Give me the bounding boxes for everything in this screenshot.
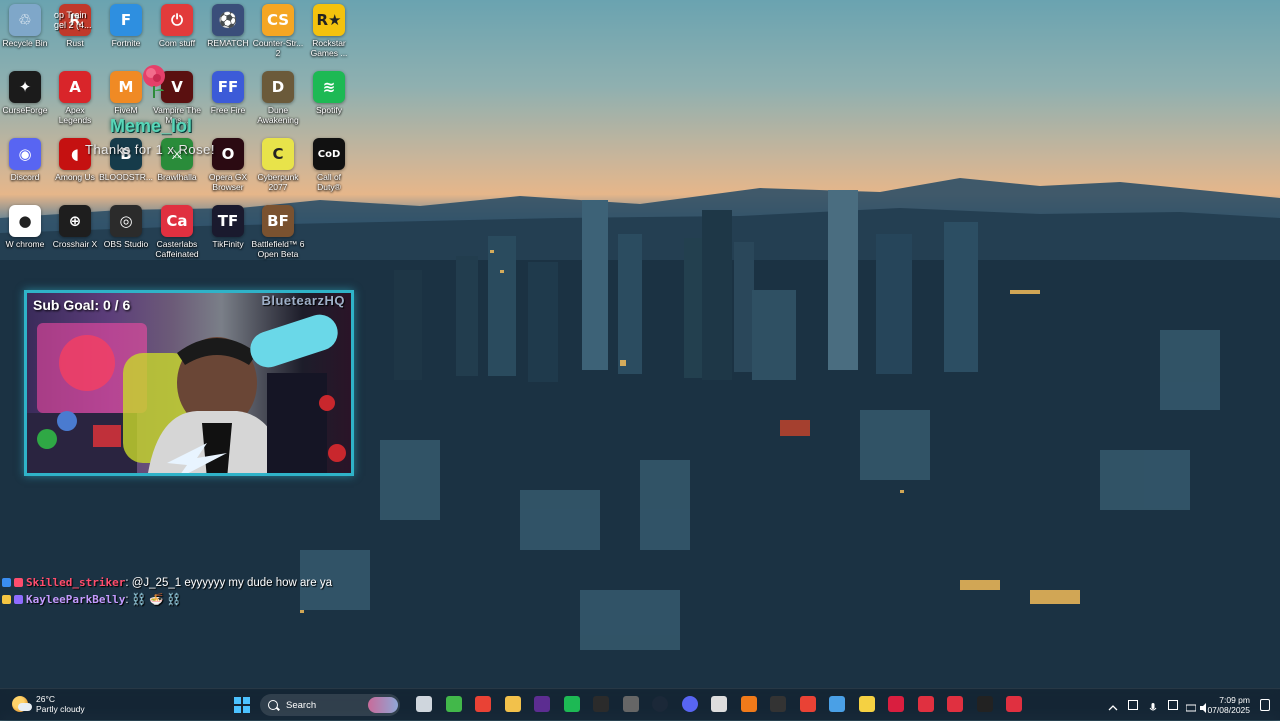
app-logo-icon: F xyxy=(110,4,142,36)
epic-games-icon[interactable] xyxy=(593,696,609,712)
tikfinity-icon[interactable] xyxy=(976,696,993,712)
app-logo-icon: ◎ xyxy=(110,205,142,237)
chevron-up-icon[interactable] xyxy=(1108,700,1118,711)
app-logo-icon: C xyxy=(262,138,294,170)
stream-chat: Skilled_striker: @J_25_1 eyyyyyy my dude… xyxy=(2,574,332,608)
weather-temp: 26°C xyxy=(36,694,55,704)
opera-gx-icon[interactable] xyxy=(888,696,904,712)
casterlabs-icon[interactable] xyxy=(917,696,934,712)
partial-window-text: op Train gel 2 (4... xyxy=(54,10,92,30)
photos-icon[interactable] xyxy=(829,696,845,712)
gift-sender-name: Meme_lol xyxy=(110,116,193,136)
vip-badge-icon xyxy=(14,595,23,604)
network-icon[interactable] xyxy=(1185,700,1197,712)
vlc-icon[interactable] xyxy=(740,696,757,712)
app-logo-icon: R★ xyxy=(313,4,345,36)
weather-widget[interactable]: 26°C Partly cloudy xyxy=(12,694,85,714)
rose-icon xyxy=(143,65,165,98)
chrome-icon[interactable] xyxy=(475,696,491,712)
desktop-icon-call-of[interactable]: CoD Call of Duty® xyxy=(297,134,361,200)
microphone-icon[interactable] xyxy=(1148,700,1158,711)
desktop-icon-label: Spotify xyxy=(316,105,342,115)
app-logo-icon: ✦ xyxy=(9,71,41,103)
notification-icon[interactable] xyxy=(1260,699,1270,711)
search-label: Search xyxy=(286,699,317,711)
desktop-icon-label: Rockstar Games ... xyxy=(310,38,348,58)
folder-icon[interactable] xyxy=(504,696,521,712)
app-logo-icon: Ca xyxy=(161,205,193,237)
webcam-scene xyxy=(27,314,346,473)
taskbar-search[interactable]: Search xyxy=(260,694,400,716)
app-logo-icon: ⊕ xyxy=(59,205,91,237)
clock[interactable]: 7:09 pm 07/08/2025 xyxy=(1207,695,1250,715)
chat-text: : ⛓️ 🍜 ⛓️ xyxy=(125,594,182,606)
search-icon xyxy=(268,700,278,710)
app-logo-icon: ⚽ xyxy=(212,4,244,36)
system-tray: 7:09 pm 07/08/2025 xyxy=(1100,689,1280,721)
desktop-icon-spotify[interactable]: ≋ Spotify xyxy=(297,67,361,133)
clock-time: 7:09 pm xyxy=(1219,695,1250,705)
windows-logo-icon xyxy=(234,697,241,704)
visual-studio-icon[interactable] xyxy=(534,696,550,712)
xbox-icon[interactable] xyxy=(445,696,462,712)
sub-badge-icon xyxy=(2,578,11,587)
spotify-icon[interactable] xyxy=(563,696,580,712)
casterlabs-2-icon[interactable] xyxy=(947,696,963,712)
webcam-overlay: Sub Goal: 0 / 6 BluetearzHQ xyxy=(24,290,354,476)
app-logo-icon: ◉ xyxy=(9,138,41,170)
app-logo-icon: CoD xyxy=(313,138,345,170)
chat-message: KayleeParkBelly: ⛓️ 🍜 ⛓️ xyxy=(2,591,332,608)
app-logo-icon: TF xyxy=(212,205,244,237)
start-button[interactable] xyxy=(234,697,250,713)
desktop-icon-label: Call of Duty® xyxy=(316,172,342,192)
mod-badge-icon xyxy=(14,578,23,587)
search-highlight-icon xyxy=(368,697,398,713)
app-logo-icon: FF xyxy=(212,71,244,103)
file-explorer-icon[interactable] xyxy=(416,696,432,712)
desktop-icon-label: Battlefield™ 6 Open Beta xyxy=(251,239,305,259)
clock-date: 07/08/2025 xyxy=(1207,705,1250,715)
chat-username: Skilled_striker xyxy=(26,576,126,589)
desktop-icon-rockstar[interactable]: R★ Rockstar Games ... xyxy=(297,0,361,66)
tray-app-icon[interactable] xyxy=(1168,700,1178,710)
steam-icon[interactable] xyxy=(652,696,668,712)
casterlabs-3-icon[interactable] xyxy=(1006,696,1022,712)
app-logo-icon: BF xyxy=(262,205,294,237)
chat-username: KayleeParkBelly xyxy=(26,593,126,606)
desktop-icon-battlefield-6[interactable]: BF Battlefield™ 6 Open Beta xyxy=(246,201,310,267)
chrome-2-icon[interactable] xyxy=(799,696,816,712)
app-logo-icon: A xyxy=(59,71,91,103)
weather-desc: Partly cloudy xyxy=(36,704,85,714)
streamer-handle: BluetearzHQ xyxy=(261,293,345,308)
taskbar: 26°C Partly cloudy Search 7:09 pm 07/08/… xyxy=(0,688,1280,721)
chat-text: : @J_25_1 eyyyyyy my dude how are ya xyxy=(125,577,332,589)
app-logo-icon: O xyxy=(212,138,244,170)
obs-icon[interactable] xyxy=(770,696,786,712)
sticky-notes-icon[interactable] xyxy=(858,696,875,712)
moon-badge-icon xyxy=(2,595,11,604)
app-logo-icon: ⏻ xyxy=(161,4,193,36)
settings-icon[interactable] xyxy=(622,696,639,712)
app-logo-icon: ♲ xyxy=(9,4,41,36)
app-logo-icon: ≋ xyxy=(313,71,345,103)
sub-goal-counter: Sub Goal: 0 / 6 xyxy=(33,297,131,313)
app-logo-icon: ● xyxy=(9,205,41,237)
notepad-icon[interactable] xyxy=(711,696,727,712)
app-logo-icon: D xyxy=(262,71,294,103)
partly-cloudy-icon xyxy=(12,696,32,712)
chat-message: Skilled_striker: @J_25_1 eyyyyyy my dude… xyxy=(2,574,332,591)
gift-thanks-text: Thanks for 1 x Rose! xyxy=(85,142,215,157)
discord-icon[interactable] xyxy=(681,696,698,712)
app-logo-icon: CS xyxy=(262,4,294,36)
tray-app-icon[interactable] xyxy=(1128,700,1138,710)
